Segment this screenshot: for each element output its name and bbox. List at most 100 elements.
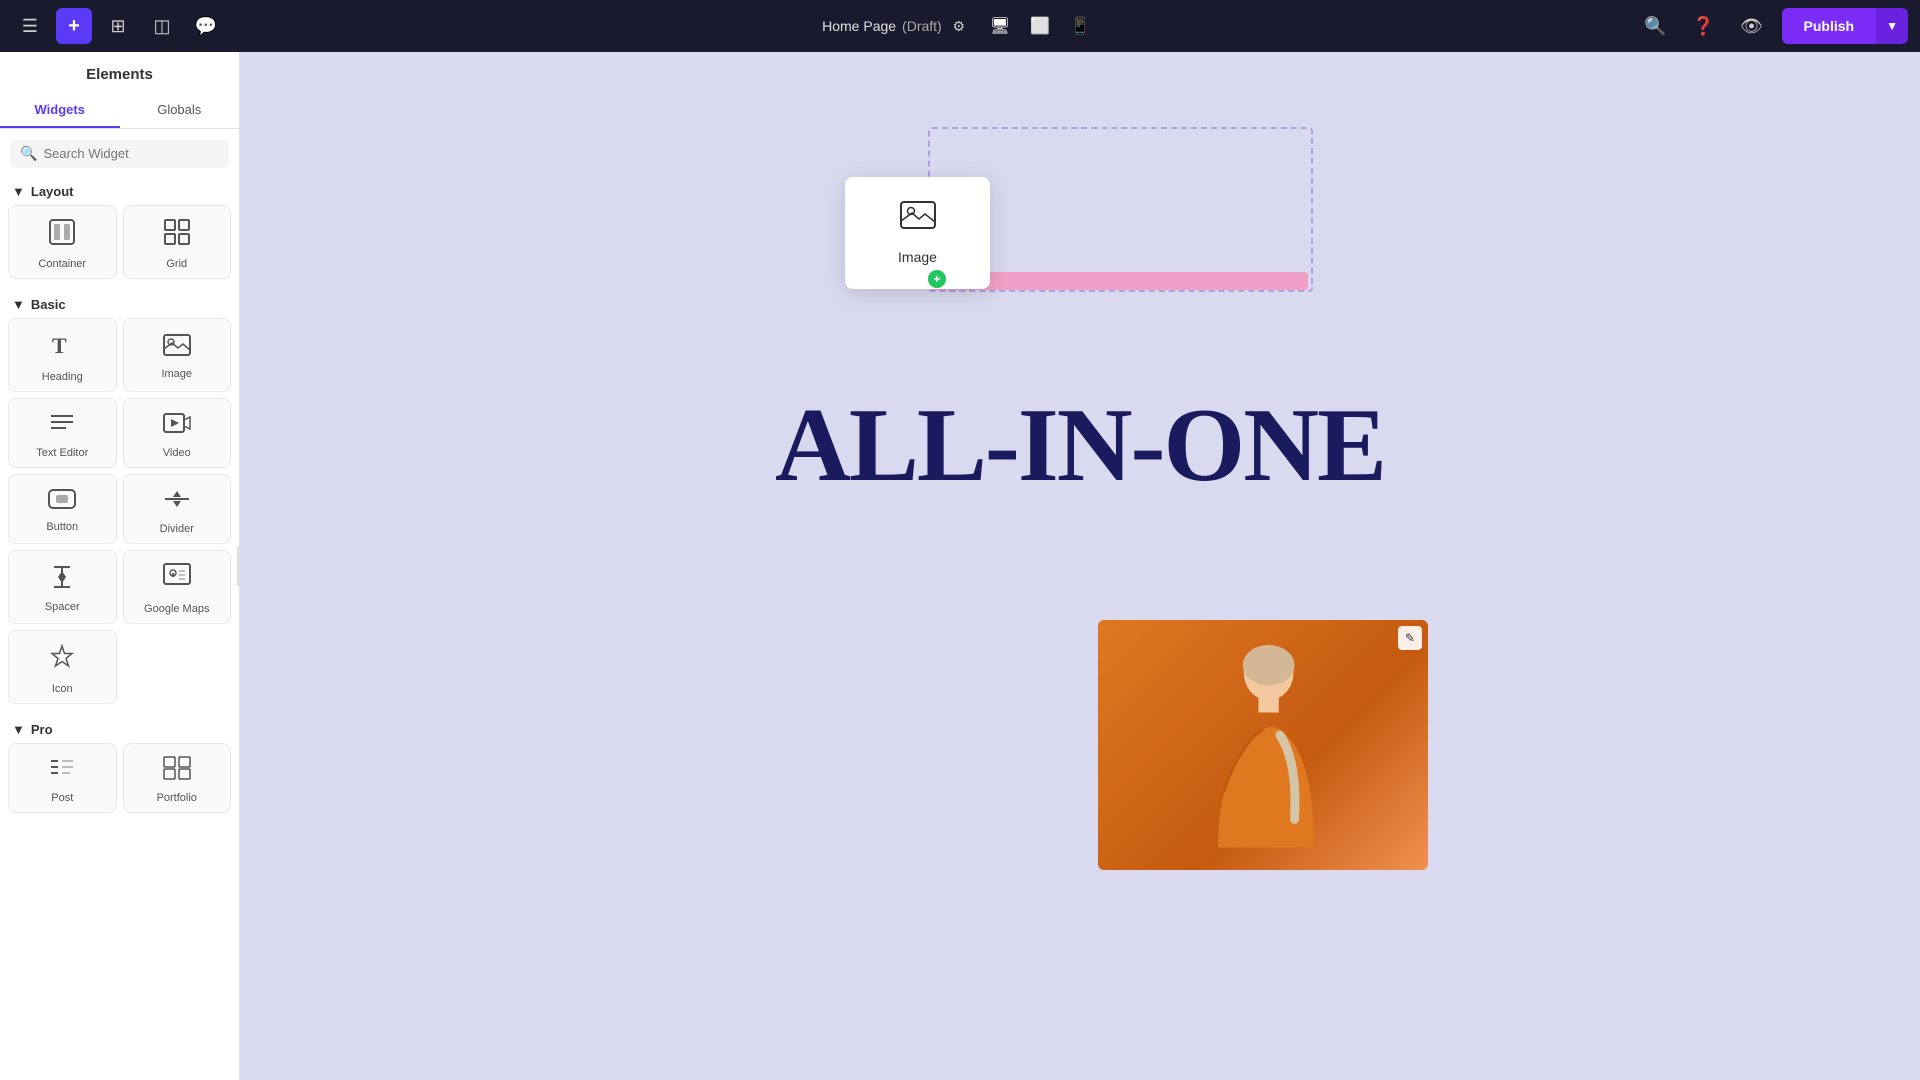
widget-google-maps[interactable]: Google Maps bbox=[123, 550, 232, 624]
widget-post[interactable]: Post bbox=[8, 743, 117, 813]
search-box: 🔍 bbox=[10, 139, 229, 168]
tab-widgets[interactable]: Widgets bbox=[0, 93, 120, 128]
publish-button[interactable]: Publish bbox=[1782, 8, 1877, 44]
add-button[interactable]: + bbox=[56, 8, 92, 44]
image-edit-icon: ✎ bbox=[1405, 631, 1415, 645]
grid-icon bbox=[163, 218, 191, 252]
section-layout-header[interactable]: ▼ Layout bbox=[0, 174, 239, 205]
structure-button[interactable]: ⊞ bbox=[100, 8, 136, 44]
widget-image[interactable]: Image bbox=[123, 318, 232, 392]
publish-dropdown-icon: ▼ bbox=[1886, 19, 1898, 33]
widget-heading[interactable]: T Heading bbox=[8, 318, 117, 392]
drag-tooltip-label: Image bbox=[898, 249, 937, 265]
section-pro-arrow: ▼ bbox=[12, 722, 25, 737]
widget-container[interactable]: Container bbox=[8, 205, 117, 279]
button-icon bbox=[48, 489, 76, 515]
mobile-view-button[interactable]: 📱 bbox=[1062, 12, 1098, 40]
page-name: Home Page bbox=[822, 18, 896, 34]
drag-tooltip-icon bbox=[900, 201, 936, 239]
section-basic-label: Basic bbox=[31, 297, 66, 312]
add-icon: + bbox=[68, 15, 80, 38]
widget-divider[interactable]: Divider bbox=[123, 474, 232, 544]
svg-text:T: T bbox=[52, 333, 67, 358]
topbar-center: Home Page (Draft) ⚙ 🖥 ⬜ 📱 bbox=[822, 12, 1098, 40]
canvas-big-text: ALL-IN-ONE bbox=[775, 392, 1385, 497]
canvas[interactable]: Image + ALL-IN-ONE bbox=[240, 52, 1920, 1080]
device-switcher: 🖥 ⬜ 📱 bbox=[982, 12, 1098, 40]
drop-zone-dot: + bbox=[928, 270, 946, 288]
widget-video[interactable]: Video bbox=[123, 398, 232, 468]
logo-button[interactable]: ☰ bbox=[12, 8, 48, 44]
section-pro-label: Pro bbox=[31, 722, 53, 737]
sidebar-tabs: Widgets Globals bbox=[0, 93, 239, 129]
drag-tooltip: Image bbox=[845, 177, 990, 289]
publish-group: Publish ▼ bbox=[1782, 8, 1908, 44]
preview-icon: 👁 bbox=[1740, 16, 1763, 37]
image-edit-button[interactable]: ✎ bbox=[1398, 626, 1422, 650]
search-input[interactable] bbox=[43, 146, 219, 161]
portfolio-label: Portfolio bbox=[157, 792, 197, 804]
icon-label: Icon bbox=[52, 683, 73, 695]
page-title: Home Page (Draft) ⚙ bbox=[822, 15, 970, 37]
widget-portfolio[interactable]: Portfolio bbox=[123, 743, 232, 813]
preview-button[interactable]: 👁 bbox=[1734, 8, 1770, 44]
comments-icon: 💬 bbox=[195, 16, 217, 37]
page-settings-button[interactable]: ⚙ bbox=[948, 15, 970, 37]
portfolio-icon bbox=[163, 756, 191, 786]
sidebar-title: Elements bbox=[0, 52, 239, 93]
publish-dropdown-button[interactable]: ▼ bbox=[1876, 8, 1908, 44]
comments-button[interactable]: 💬 bbox=[188, 8, 224, 44]
spacer-label: Spacer bbox=[45, 601, 80, 613]
canvas-image-inner bbox=[1098, 620, 1428, 870]
text-editor-icon bbox=[48, 411, 76, 441]
divider-label: Divider bbox=[160, 523, 194, 535]
spacer-icon bbox=[48, 565, 76, 595]
pro-widgets-grid: Post Portfolio bbox=[0, 743, 239, 821]
structure-icon: ⊞ bbox=[110, 16, 125, 37]
widget-button[interactable]: Button bbox=[8, 474, 117, 544]
google-maps-icon bbox=[163, 563, 191, 597]
layers-icon: ◫ bbox=[153, 16, 170, 37]
topbar-right: 🔍 ❓ 👁 Publish ▼ bbox=[1638, 8, 1908, 44]
layers-button[interactable]: ◫ bbox=[144, 8, 180, 44]
divider-icon bbox=[163, 487, 191, 517]
widget-icon[interactable]: Icon bbox=[8, 630, 117, 704]
widget-grid[interactable]: Grid bbox=[123, 205, 232, 279]
image-label: Image bbox=[161, 368, 192, 380]
container-icon bbox=[48, 218, 76, 252]
video-label: Video bbox=[163, 447, 191, 459]
topbar-left: ☰ + ⊞ ◫ 💬 bbox=[12, 8, 224, 44]
grid-label: Grid bbox=[166, 258, 187, 270]
widget-text-editor[interactable]: Text Editor bbox=[8, 398, 117, 468]
tab-globals[interactable]: Globals bbox=[120, 93, 240, 128]
section-pro-header[interactable]: ▼ Pro bbox=[0, 712, 239, 743]
post-icon bbox=[48, 756, 76, 786]
image-icon bbox=[163, 334, 191, 362]
desktop-view-button[interactable]: 🖥 bbox=[982, 12, 1018, 40]
video-icon bbox=[163, 411, 191, 441]
help-icon: ❓ bbox=[1692, 16, 1714, 37]
tablet-view-button[interactable]: ⬜ bbox=[1022, 12, 1058, 40]
icon-widget-icon bbox=[48, 643, 76, 677]
text-editor-label: Text Editor bbox=[36, 447, 88, 459]
container-label: Container bbox=[38, 258, 86, 270]
search-icon: 🔍 bbox=[20, 145, 37, 162]
topbar: ☰ + ⊞ ◫ 💬 Home Page (Draft) ⚙ 🖥 ⬜ 📱 bbox=[0, 0, 1920, 52]
page-status: (Draft) bbox=[902, 18, 942, 34]
section-layout-arrow: ▼ bbox=[12, 184, 25, 199]
help-button[interactable]: ❓ bbox=[1686, 8, 1722, 44]
layout-widgets-grid: Container Grid bbox=[0, 205, 239, 287]
settings-icon: ⚙ bbox=[952, 18, 965, 35]
heading-label: Heading bbox=[42, 371, 83, 383]
logo-icon: ☰ bbox=[22, 16, 38, 37]
button-label: Button bbox=[46, 521, 78, 533]
widget-spacer[interactable]: Spacer bbox=[8, 550, 117, 624]
heading-icon: T bbox=[48, 331, 76, 365]
basic-widgets-grid: T Heading Image Text Editor Vi bbox=[0, 318, 239, 712]
section-basic-arrow: ▼ bbox=[12, 297, 25, 312]
workspace: Elements Widgets Globals 🔍 ▼ Layout Cont… bbox=[0, 52, 1920, 1080]
section-basic-header[interactable]: ▼ Basic bbox=[0, 287, 239, 318]
search-top-button[interactable]: 🔍 bbox=[1638, 8, 1674, 44]
canvas-image[interactable]: ✎ bbox=[1098, 620, 1428, 870]
post-label: Post bbox=[51, 792, 73, 804]
